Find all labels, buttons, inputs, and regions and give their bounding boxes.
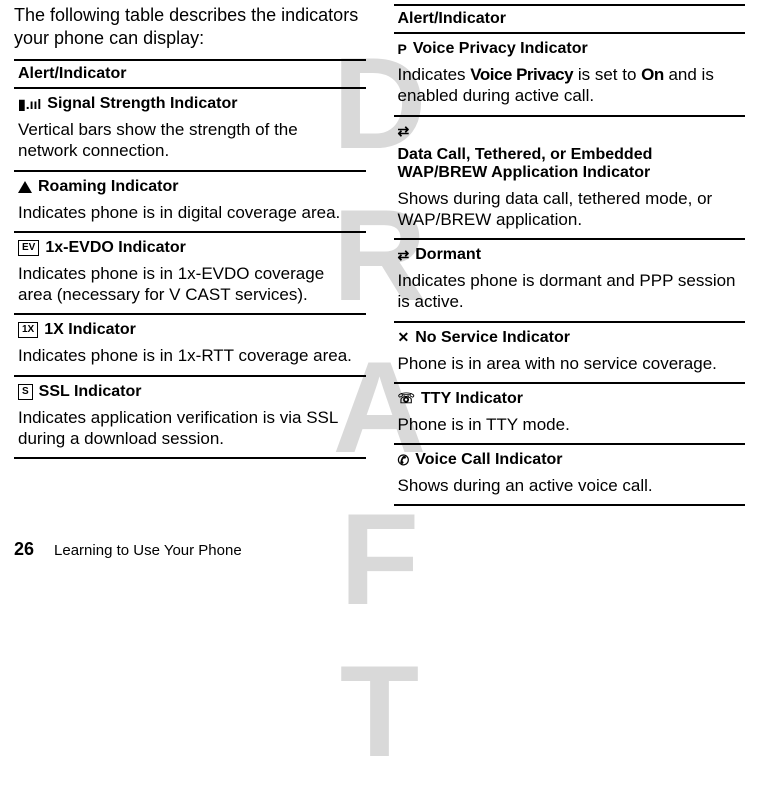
row-desc: Indicates phone is in 1x-EVDO coverage a… (18, 263, 362, 306)
table-row: ▮.ııl Signal Strength Indicator Vertical… (14, 88, 366, 171)
row-desc: Phone is in TTY mode. (398, 414, 742, 435)
table-header: Alert/Indicator (394, 5, 746, 33)
table-row: ✆ Voice Call Indicator Shows during an a… (394, 444, 746, 505)
row-title-label: Data Call, Tethered, or Embedded WAP/BRE… (398, 146, 742, 182)
table-row: S SSL Indicator Indicates application ve… (14, 376, 366, 459)
row-desc: Shows during data call, tethered mode, o… (398, 188, 742, 231)
p-icon: P (398, 41, 407, 57)
row-title-label: Roaming Indicator (38, 178, 178, 196)
page-number: 26 (14, 539, 34, 560)
row-title-label: No Service Indicator (415, 329, 570, 347)
row-desc: Vertical bars show the strength of the n… (18, 119, 362, 162)
row-title-label: Voice Call Indicator (415, 451, 562, 469)
table-row: ☏ TTY Indicator Phone is in TTY mode. (394, 383, 746, 444)
ssl-box-icon: S (18, 384, 33, 400)
row-title-label: Voice Privacy Indicator (413, 40, 588, 58)
right-column: Alert/Indicator P Voice Privacy Indicato… (394, 4, 746, 506)
table-row: EV 1x-EVDO Indicator Indicates phone is … (14, 232, 366, 315)
dormant-icon: ⇄ (398, 247, 410, 264)
row-title-label: Signal Strength Indicator (47, 95, 237, 113)
row-desc: Indicates Voice Privacy is set to On and… (398, 64, 742, 107)
table-row: P Voice Privacy Indicator Indicates Voic… (394, 33, 746, 116)
page-footer: 26 Learning to Use Your Phone (14, 539, 242, 560)
row-title-label: SSL Indicator (39, 383, 142, 401)
left-column: The following table describes the indica… (14, 4, 366, 506)
voice-call-icon: ✆ (398, 452, 410, 469)
tty-icon: ☏ (398, 390, 416, 407)
row-title-label: Dormant (415, 246, 481, 264)
table-row: Roaming Indicator Indicates phone is in … (14, 171, 366, 232)
table-row: 1X 1X Indicator Indicates phone is in 1x… (14, 314, 366, 375)
row-desc-pre: Indicates (398, 271, 471, 290)
row-desc-pre: Indicates (398, 65, 471, 84)
row-desc: Indicates phone is in 1x-RTT coverage ar… (18, 345, 362, 366)
table-row: ✕ No Service Indicator Phone is in area … (394, 322, 746, 383)
row-title-label: 1x-EVDO Indicator (45, 239, 185, 257)
footer-text: Learning to Use Your Phone (54, 542, 242, 559)
row-desc: Indicates application verification is vi… (18, 407, 362, 450)
row-desc-cond1: Voice Privacy (470, 65, 573, 84)
ev-box-icon: EV (18, 240, 39, 256)
table-header: Alert/Indicator (14, 60, 366, 88)
indicator-table-left: Alert/Indicator ▮.ııl Signal Strength In… (14, 59, 366, 459)
indicator-table-right: Alert/Indicator P Voice Privacy Indicato… (394, 4, 746, 506)
row-desc-pre: Indicates (18, 408, 91, 427)
triangle-icon (18, 181, 32, 193)
two-column-layout: The following table describes the indica… (0, 0, 759, 506)
row-desc-cond2: On (641, 65, 664, 84)
signal-bars-icon: ▮.ııl (18, 96, 41, 113)
row-title-label: 1X Indicator (44, 321, 136, 339)
table-row: ⇄ Dormant Indicates phone is dormant and… (394, 239, 746, 322)
intro-text: The following table describes the indica… (14, 4, 366, 49)
row-desc: Phone is in area with no service coverag… (398, 353, 742, 374)
row-desc: Shows during an active voice call. (398, 475, 742, 496)
row-desc-mid1: is set to (573, 65, 641, 84)
row-desc: Indicates phone is dormant and PPP sessi… (398, 270, 742, 313)
data-arrows-icon: ⇄ (398, 123, 410, 140)
table-row: ⇄ Data Call, Tethered, or Embedded WAP/B… (394, 116, 746, 240)
row-desc: Indicates phone is in digital coverage a… (18, 202, 362, 223)
no-service-icon: ✕ (398, 329, 410, 346)
one-x-box-icon: 1X (18, 322, 38, 338)
row-title-label: TTY Indicator (421, 390, 523, 408)
